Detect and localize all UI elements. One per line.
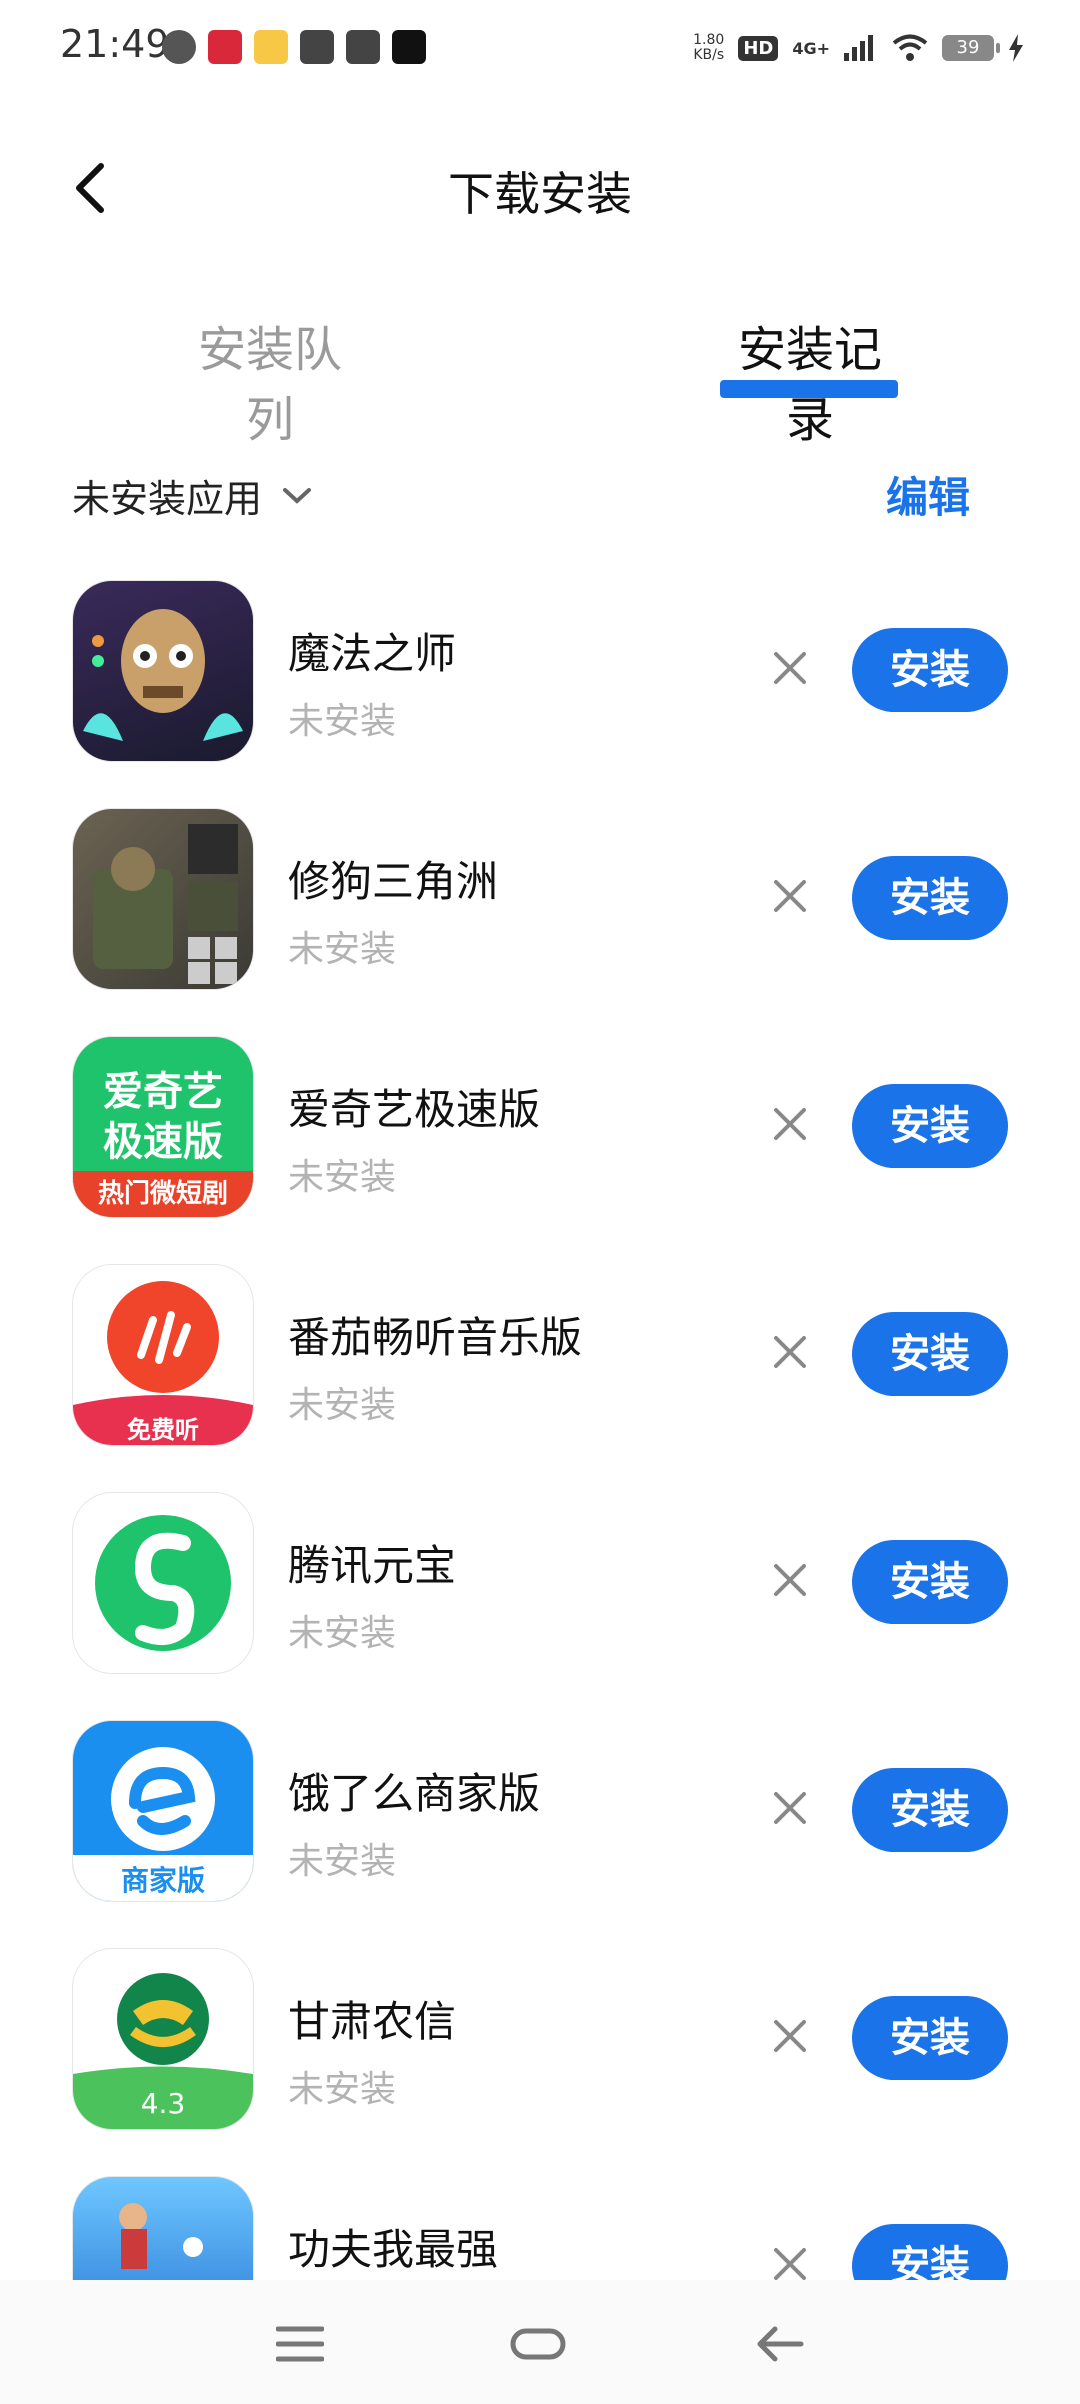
app-name: 番茄畅听音乐版 xyxy=(288,1313,583,1362)
icon-version: 4.3 xyxy=(140,2087,186,2120)
remove-icon[interactable] xyxy=(768,1786,812,1830)
speed-unit: KB/s xyxy=(693,47,725,63)
filter-label: 未安装应用 xyxy=(72,477,263,521)
signal-icon xyxy=(844,35,873,61)
list-item: 爱奇艺 极速版 热门微短剧 爱奇艺极速版 未安装 安装 xyxy=(0,1036,1080,1264)
icon-text-line2: 极速版 xyxy=(103,1119,223,1165)
tab-install-queue[interactable]: 安装队列 xyxy=(180,310,360,450)
wechat-icon xyxy=(162,30,196,64)
app-name: 魔法之师 xyxy=(288,629,457,678)
music-icon xyxy=(392,30,426,64)
install-button[interactable]: 安装 xyxy=(852,628,1008,712)
menu-icon xyxy=(276,2326,324,2362)
app-icon-tencent-yuanbao xyxy=(72,1492,254,1674)
active-tab-indicator xyxy=(720,380,898,398)
yellow-app-icon xyxy=(254,30,288,64)
install-button[interactable]: 安装 xyxy=(852,1084,1008,1168)
app-status: 未安装 xyxy=(288,1613,397,1654)
app-icon-iqiyi-lite: 爱奇艺 极速版 热门微短剧 xyxy=(72,1036,254,1218)
app-icon-gansu-rcu: 4.3 xyxy=(72,1948,254,2130)
app-icon-kungfu xyxy=(72,2176,254,2280)
icon-text-banner: 热门微短剧 xyxy=(73,1171,253,1217)
list-item: 商家版 饿了么商家版 未安装 安装 xyxy=(0,1720,1080,1948)
install-button[interactable]: 安装 xyxy=(852,1540,1008,1624)
system-nav-bar xyxy=(0,2280,1080,2404)
remove-icon[interactable] xyxy=(768,2014,812,2058)
back-nav-button[interactable] xyxy=(750,2320,810,2368)
status-right: 1.80 KB/s HD 4G+ 39 xyxy=(693,28,1024,68)
install-button[interactable]: 安装 xyxy=(852,856,1008,940)
filter-dropdown[interactable]: 未安装应用 xyxy=(72,468,312,523)
home-icon xyxy=(510,2328,566,2360)
app-status: 未安装 xyxy=(288,1841,397,1882)
app-status: 未安装 xyxy=(288,929,397,970)
remove-icon[interactable] xyxy=(768,2242,812,2280)
status-time: 21:49 xyxy=(60,22,170,66)
list-item: 功夫我最强 安装 xyxy=(0,2176,1080,2280)
list-item: 4.3 甘肃农信 未安装 安装 xyxy=(0,1948,1080,2176)
app-status: 未安装 xyxy=(288,1157,397,1198)
icon-text-banner: 商家版 xyxy=(120,1864,205,1897)
hd-badge: HD xyxy=(738,35,779,61)
app-list: 魔法之师 未安装 安装 修狗三角洲 未安装 安装 爱奇艺 极速版 热门微短剧 爱… xyxy=(0,580,1080,2280)
list-item: 修狗三角洲 未安装 安装 xyxy=(0,808,1080,1036)
install-button[interactable]: 安装 xyxy=(852,2224,1008,2280)
remove-icon[interactable] xyxy=(768,874,812,918)
filter-row: 未安装应用 编辑 xyxy=(0,460,1080,530)
network-speed: 1.80 KB/s xyxy=(693,33,724,63)
red-app-icon xyxy=(208,30,242,64)
icon-text-banner: 免费听 xyxy=(127,1416,199,1444)
chevron-down-icon xyxy=(283,487,312,504)
app-icon-dog-delta xyxy=(72,808,254,990)
remove-icon[interactable] xyxy=(768,1558,812,1602)
app-status: 未安装 xyxy=(288,2069,397,2110)
install-button[interactable]: 安装 xyxy=(852,1768,1008,1852)
app-icon-fanqie-music: 免费听 xyxy=(72,1264,254,1446)
header: 下载安装 xyxy=(0,130,1080,240)
list-item: 免费听 番茄畅听音乐版 未安装 安装 xyxy=(0,1264,1080,1492)
network-type: 4G+ xyxy=(792,38,830,58)
card-icon xyxy=(300,30,334,64)
charging-icon xyxy=(1009,34,1023,62)
menu-button[interactable] xyxy=(270,2320,330,2368)
app-icon-magic-master xyxy=(72,580,254,762)
app-status: 未安装 xyxy=(288,1385,397,1426)
play-icon xyxy=(346,30,380,64)
app-icon-eleme-merchant: 商家版 xyxy=(72,1720,254,1902)
wifi-icon xyxy=(892,34,928,61)
status-bar: 21:49 1.80 KB/s HD 4G+ 39 xyxy=(0,0,1080,100)
app-name: 功夫我最强 xyxy=(288,2225,499,2274)
list-item: 腾讯元宝 未安装 安装 xyxy=(0,1492,1080,1720)
remove-icon[interactable] xyxy=(768,646,812,690)
back-arrow-icon xyxy=(757,2326,804,2362)
app-name: 爱奇艺极速版 xyxy=(288,1085,541,1134)
tab-bar: 安装队列 安装记录 xyxy=(0,310,1080,448)
home-button[interactable] xyxy=(508,2320,568,2368)
page-title: 下载安装 xyxy=(448,167,632,221)
remove-icon[interactable] xyxy=(768,1330,812,1374)
speed-value: 1.80 xyxy=(693,32,725,48)
app-name: 腾讯元宝 xyxy=(288,1541,457,1590)
battery-icon: 39 xyxy=(942,35,1000,61)
app-name: 饿了么商家版 xyxy=(288,1769,541,1818)
remove-icon[interactable] xyxy=(768,1102,812,1146)
install-button[interactable]: 安装 xyxy=(852,1996,1008,2080)
install-button[interactable]: 安装 xyxy=(852,1312,1008,1396)
app-status: 未安装 xyxy=(288,701,397,742)
list-item: 魔法之师 未安装 安装 xyxy=(0,580,1080,808)
app-name: 修狗三角洲 xyxy=(288,857,499,906)
app-name: 甘肃农信 xyxy=(288,1997,457,2046)
edit-button[interactable]: 编辑 xyxy=(886,464,970,525)
